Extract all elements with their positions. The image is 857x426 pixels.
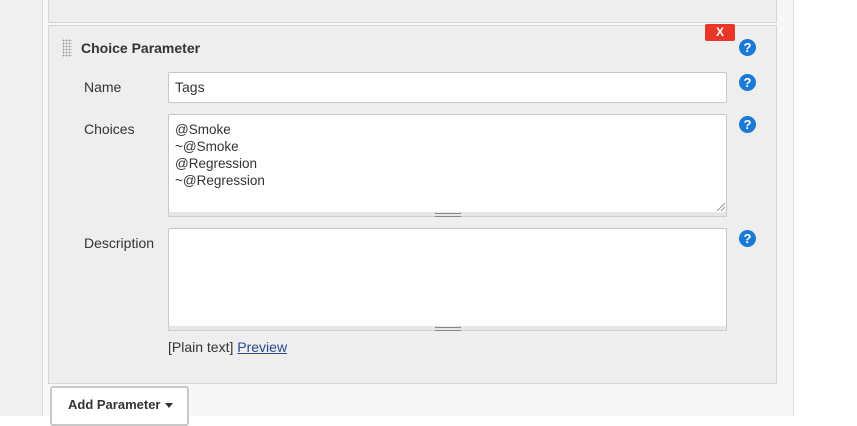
choices-resize-bar[interactable]	[168, 212, 727, 217]
add-parameter-button[interactable]: Add Parameter	[50, 386, 189, 426]
choice-line: ~@Smoke	[175, 139, 239, 154]
delete-parameter-button[interactable]: X	[705, 24, 735, 41]
drag-handle-icon[interactable]	[62, 39, 72, 57]
format-hint: [Plain text] Preview	[168, 338, 287, 356]
preview-link[interactable]: Preview	[237, 339, 287, 355]
choice-line: ~@Regression	[175, 173, 265, 188]
help-icon[interactable]: ?	[739, 39, 756, 56]
add-parameter-label: Add Parameter	[68, 397, 161, 412]
choice-line: @Regression	[175, 156, 257, 171]
name-input[interactable]: Tags	[168, 72, 727, 103]
resize-handle-icon[interactable]	[435, 213, 461, 217]
previous-parameter-block	[48, 0, 777, 23]
choices-help-icon[interactable]: ?	[739, 116, 756, 133]
description-textarea[interactable]	[168, 228, 727, 327]
resize-handle-icon[interactable]	[435, 327, 461, 331]
name-label: Name	[84, 79, 122, 95]
description-label: Description	[84, 235, 155, 251]
choices-textarea[interactable]: @Smoke ~@Smoke @Regression ~@Regression	[168, 114, 727, 213]
description-help-icon[interactable]: ?	[739, 230, 756, 247]
description-resize-bar[interactable]	[168, 326, 727, 331]
left-gutter	[0, 0, 42, 416]
resize-grip-icon[interactable]	[717, 203, 725, 211]
name-help-icon[interactable]: ?	[739, 74, 756, 91]
choice-line: @Smoke	[175, 122, 231, 137]
choices-label: Choices	[84, 121, 135, 137]
parameter-title: Choice Parameter	[81, 40, 201, 56]
caret-down-icon	[165, 403, 174, 409]
plain-text-label: [Plain text]	[168, 339, 234, 355]
